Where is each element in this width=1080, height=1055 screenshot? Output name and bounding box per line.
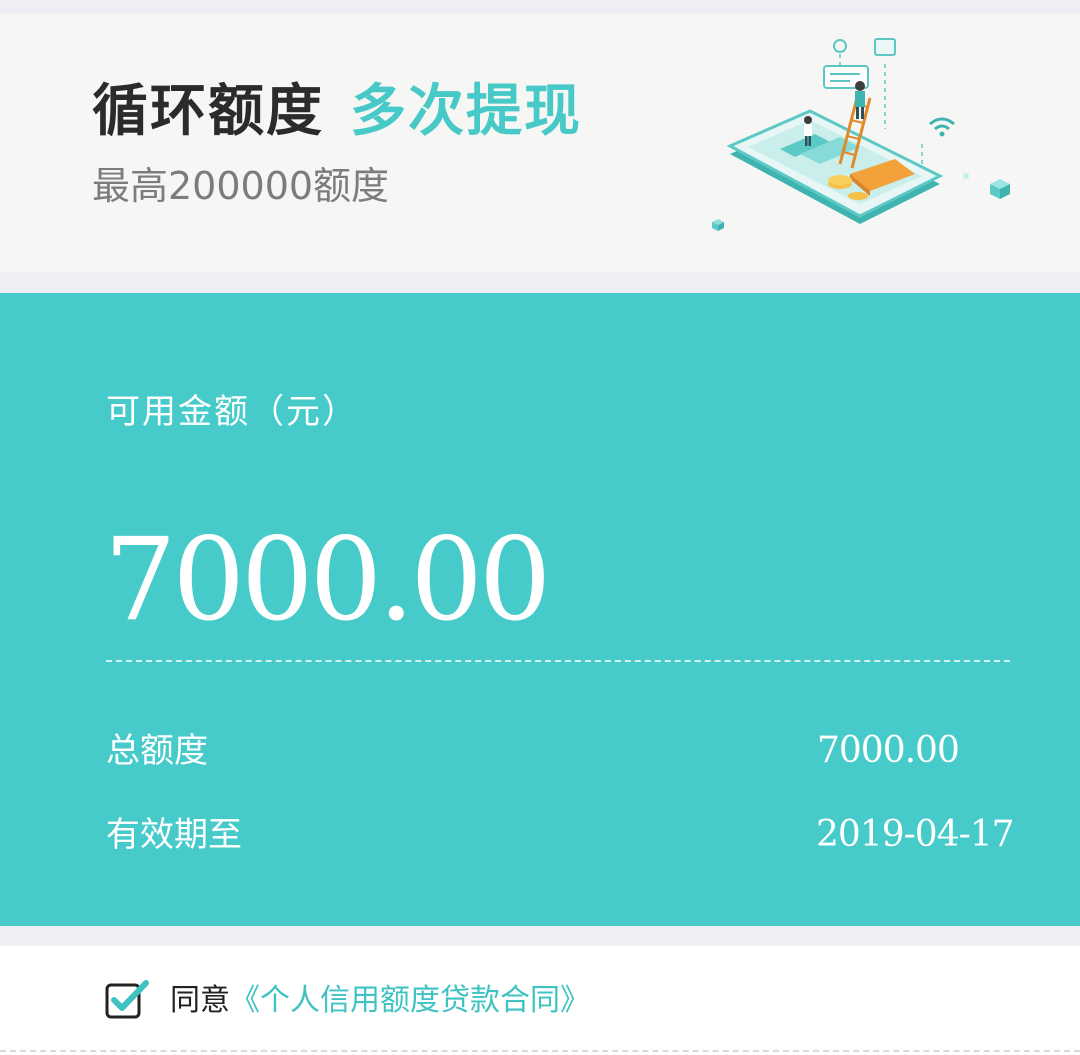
checkbox-checked-icon[interactable] <box>104 980 150 1020</box>
promo-banner[interactable]: 循环额度 多次提现 最高200000额度 <box>0 14 1080 272</box>
banner-title: 循环额度 多次提现 <box>92 82 582 142</box>
dashed-divider <box>106 660 1010 662</box>
loan-contract-link[interactable]: 《个人信用额度贷款合同》 <box>230 983 590 1018</box>
agreement-prefix: 同意 <box>170 983 230 1018</box>
banner-subtitle: 最高200000额度 <box>92 164 390 208</box>
banner-title-accent: 多次提现 <box>350 79 582 144</box>
available-amount-label: 可用金额（元） <box>106 392 358 432</box>
expiry-date-label: 有效期至 <box>106 815 242 855</box>
phone-ladder-cards-illustration <box>712 38 1010 231</box>
agreement-text: 同意《个人信用额度贷款合同》 <box>170 981 590 1021</box>
available-amount-value: 7000.00 <box>104 513 551 646</box>
agreement-bar: 同意《个人信用额度贷款合同》 <box>0 946 1080 1055</box>
total-limit-value: 7000.00 <box>817 730 960 771</box>
banner-title-main: 循环额度 <box>92 79 324 144</box>
expiry-date-value: 2019-04-17 <box>816 814 1015 855</box>
total-limit-label: 总额度 <box>106 731 208 771</box>
credit-card-panel: 可用金额（元） 7000.00 总额度 7000.00 有效期至 2019-04… <box>0 293 1080 926</box>
